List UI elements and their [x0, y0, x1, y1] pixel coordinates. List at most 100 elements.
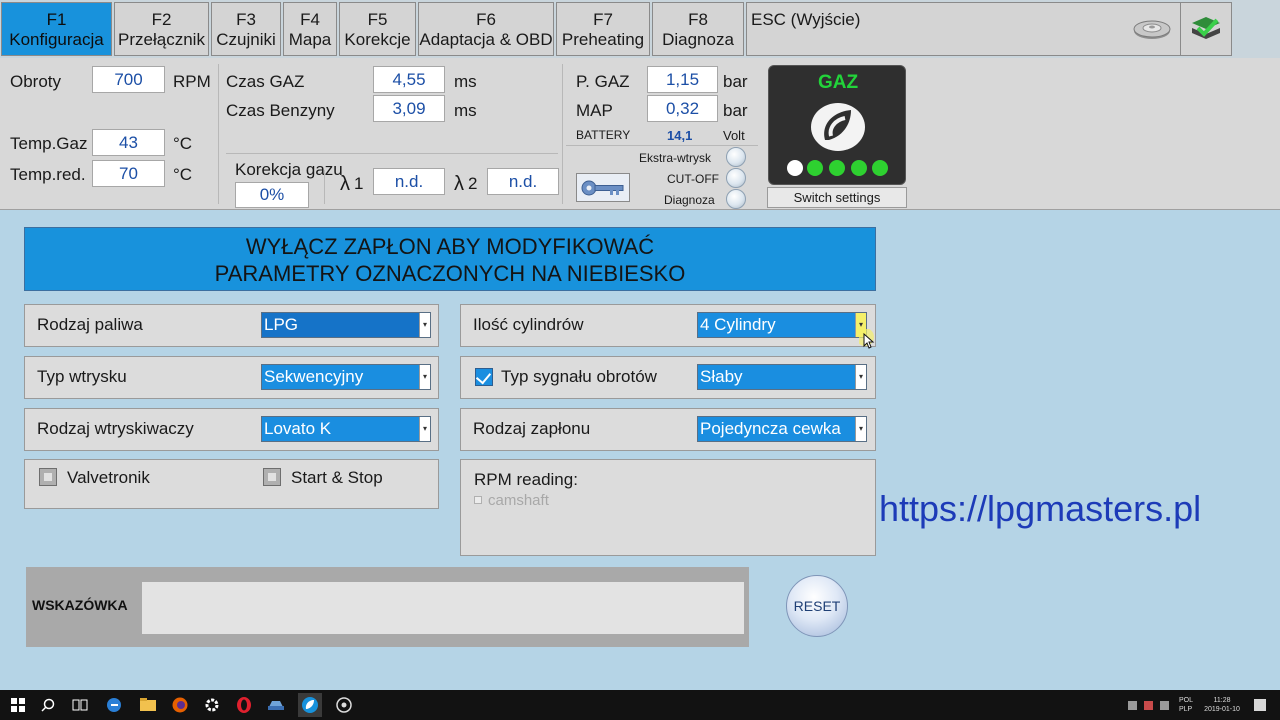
rodzaj-wtryskiwaczy-row: Rodzaj wtryskiwaczy Lovato K ▾ — [24, 408, 439, 451]
website-url[interactable]: https://lpgmasters.pl — [879, 488, 1201, 530]
korekcja-value: 0% — [235, 182, 309, 208]
divider — [566, 145, 758, 146]
firefox-icon[interactable] — [170, 695, 190, 715]
battery-label: BATTERY — [576, 128, 631, 142]
select-value: Lovato K — [264, 419, 332, 438]
tab-mapa[interactable]: F4 Mapa — [283, 2, 337, 56]
checklist-icon[interactable] — [1180, 2, 1232, 56]
typ-sygnalu-obrotow-select[interactable]: Słaby ▾ — [697, 364, 867, 390]
esc-exit-button[interactable]: ESC (Wyjście) — [751, 10, 860, 29]
rpm-reading-title: RPM reading: — [474, 470, 578, 489]
hint-text-field — [142, 582, 744, 634]
tab-key: F7 — [593, 10, 613, 29]
tab-label: Korekcje — [344, 30, 411, 49]
rodzaj-zaplonu-select[interactable]: Pojedyncza cewka ▾ — [697, 416, 867, 442]
temp-red-value: 70 — [92, 160, 165, 187]
gaz-title: GAZ — [817, 72, 859, 93]
settings-gear-icon[interactable] — [202, 695, 222, 715]
windows-start-icon[interactable] — [8, 695, 28, 715]
tab-korekcje[interactable]: F5 Korekcje — [339, 2, 416, 56]
temp-gaz-unit: °C — [173, 134, 193, 153]
rodzaj-wtryskiwaczy-select[interactable]: Lovato K ▾ — [261, 416, 431, 442]
temp-gaz-value: 43 — [92, 129, 165, 156]
p-gaz-label: P. GAZ — [576, 72, 630, 91]
banner-line-1: WYŁĄCZ ZAPŁON ABY MODYFIKOWAĆ — [245, 234, 655, 259]
app-car-icon[interactable] — [266, 695, 286, 715]
tray-clock[interactable]: 11:28 2019-01-10 — [1203, 696, 1241, 714]
tab-label: Mapa — [288, 30, 332, 49]
map-unit: bar — [723, 101, 748, 120]
camshaft-label: camshaft — [488, 492, 549, 509]
tray-chevron-icon[interactable] — [1128, 701, 1137, 710]
notification-icon[interactable] — [1254, 699, 1266, 711]
divider — [562, 64, 563, 204]
tray-language[interactable]: POL PLP — [1179, 696, 1193, 714]
file-explorer-icon[interactable] — [138, 695, 158, 715]
cut-off-label: CUT-OFF — [667, 172, 719, 186]
task-view-icon[interactable] — [70, 695, 90, 715]
start-stop-checkbox[interactable] — [263, 468, 281, 486]
valvetronik-checkbox[interactable] — [39, 468, 57, 486]
temp-red-label: Temp.red. — [10, 165, 86, 184]
temp-red-unit: °C — [173, 165, 193, 184]
chevron-down-icon[interactable]: ▾ — [419, 365, 430, 389]
gas-switch[interactable]: GAZ — [768, 65, 906, 185]
typ-sygnalu-checkbox[interactable] — [475, 368, 493, 386]
tab-label: Preheating — [561, 30, 645, 49]
lambda2-symbol-icon: λ — [454, 173, 464, 195]
top-tab-bar: F1 Konfiguracja F2 Przełącznik F3 Czujni… — [0, 0, 1280, 58]
indicator-dot-2 — [807, 160, 823, 176]
edge-browser-icon[interactable] — [104, 695, 124, 715]
chevron-down-icon[interactable]: ▾ — [855, 365, 866, 389]
field-label: Rodzaj zapłonu — [473, 419, 591, 438]
rodzaj-zaplonu-row: Rodzaj zapłonu Pojedyncza cewka ▾ — [460, 408, 876, 451]
battery-unit: Volt — [723, 128, 745, 143]
typ-wtrysku-select[interactable]: Sekwencyjny ▾ — [261, 364, 431, 390]
tab-czujniki[interactable]: F3 Czujniki — [211, 2, 281, 56]
ilosc-cylindrow-row: Ilość cylindrów 4 Cylindry ▾ — [460, 304, 876, 349]
diagnoza-led — [726, 189, 746, 209]
map-label: MAP — [576, 101, 613, 120]
field-label: Typ wtrysku — [37, 367, 127, 386]
lpg-app-icon[interactable] — [298, 693, 322, 717]
indicator-dot-4 — [851, 160, 867, 176]
rodzaj-paliwa-select[interactable]: LPG ▾ — [261, 312, 431, 338]
tab-label: Przełącznik — [118, 30, 205, 49]
field-label: Ilość cylindrów — [473, 315, 584, 334]
camshaft-checkbox[interactable] — [474, 496, 482, 504]
chevron-down-icon[interactable]: ▾ — [419, 417, 430, 441]
field-label: Rodzaj paliwa — [37, 315, 143, 334]
valvetronik-label: Valvetronik — [67, 468, 150, 487]
chevron-down-icon[interactable]: ▾ — [855, 417, 866, 441]
select-value: Sekwencyjny — [264, 367, 364, 386]
tab-label: Czujniki — [216, 30, 276, 49]
map-value: 0,32 — [647, 95, 718, 122]
warning-banner: WYŁĄCZ ZAPŁON ABY MODYFIKOWAĆ PARAMETRY … — [24, 227, 876, 291]
select-value: Słaby — [700, 367, 743, 386]
reset-button[interactable]: RESET — [786, 575, 848, 637]
disc-icon[interactable] — [1126, 2, 1178, 56]
tray-date: 2019-01-10 — [1204, 706, 1240, 713]
diagnoza-label: Diagnoza — [664, 193, 715, 207]
banner-line-2: PARAMETRY OZNACZONYCH NA NIEBIESKO — [214, 261, 686, 286]
mouse-cursor-icon — [859, 329, 875, 349]
tray-network-icon[interactable] — [1144, 701, 1153, 710]
search-icon[interactable] — [38, 695, 58, 715]
tab-konfiguracja[interactable]: F1 Konfiguracja — [1, 2, 112, 56]
chevron-down-icon[interactable]: ▾ — [419, 313, 430, 337]
tray-speaker-icon[interactable] — [1160, 701, 1169, 710]
disc-app-icon[interactable] — [334, 695, 354, 715]
czas-benzyny-unit: ms — [454, 101, 477, 120]
typ-wtrysku-row: Typ wtrysku Sekwencyjny ▾ — [24, 356, 439, 399]
tray-lang-secondary: PLP — [1179, 706, 1193, 713]
switch-settings-button[interactable]: Switch settings — [767, 187, 907, 208]
obroty-unit: RPM — [173, 72, 211, 91]
tab-adaptacja-obd[interactable]: F6 Adaptacja & OBD — [418, 2, 554, 56]
ilosc-cylindrow-select[interactable]: 4 Cylindry ▾ — [697, 312, 867, 338]
tab-diagnoza[interactable]: F8 Diagnoza — [652, 2, 744, 56]
key-icon[interactable] — [576, 173, 630, 202]
tab-preheating[interactable]: F7 Preheating — [556, 2, 650, 56]
tab-przelacznik[interactable]: F2 Przełącznik — [114, 2, 209, 56]
select-value: Pojedyncza cewka — [700, 419, 841, 438]
opera-icon[interactable] — [234, 695, 254, 715]
